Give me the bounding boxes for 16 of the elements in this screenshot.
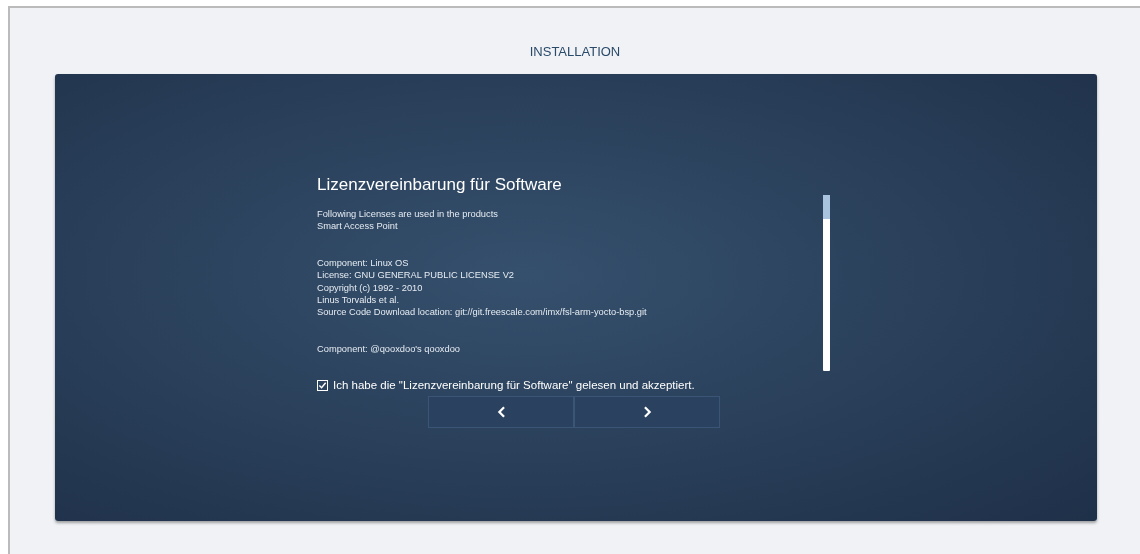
license-text-line: Copyright (c) 1992 - 2010 [317,281,424,295]
license-text-line: Following Licenses are used in the products [317,208,499,221]
chevron-right-icon [642,406,652,418]
chevron-left-icon [496,406,506,418]
next-button[interactable] [574,396,720,428]
accept-checkbox[interactable] [317,379,328,391]
license-text-line: Component: Linux OS [317,257,410,270]
back-button[interactable] [428,396,574,428]
license-text-line: Component: @qooxdoo's qooxdoo [317,343,462,356]
scrollbar[interactable] [823,195,830,371]
license-text-line: Smart Access Point [317,220,399,233]
license-text-line: Source Code Download location: git://git.freescale.com/imx/fsl-arm-yocto-bsp.git [317,306,648,319]
license-text-line: Linus Torvalds et al. [317,294,400,307]
license-heading: Lizenzvereinbarung für Software [317,175,563,195]
accept-label: Ich habe die "Lizenzvereinbarung für Software" gelesen und akzeptiert. [333,379,695,391]
license-text-line: License: GNU GENERAL PUBLIC LICENSE V2 [317,269,516,282]
